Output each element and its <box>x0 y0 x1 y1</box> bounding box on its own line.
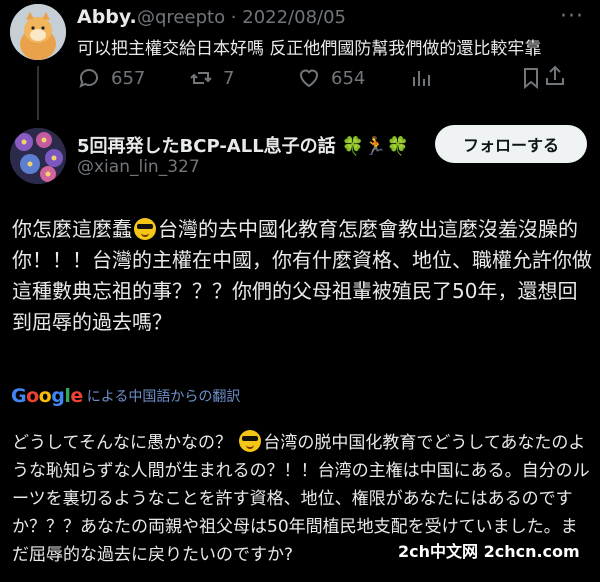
tweet-text-part-1: 你怎麼這麼蠢 <box>12 217 132 241</box>
sunglasses-emoji-icon-2 <box>239 430 262 452</box>
retweet-button[interactable]: 7 <box>189 66 234 90</box>
translation-attribution[interactable]: Google による中国語からの翻訳 <box>11 385 240 407</box>
author-handle[interactable]: @xian_lin_327 <box>77 157 200 177</box>
sunglasses-emoji-icon <box>134 218 156 240</box>
google-logo-letter: G <box>11 385 27 407</box>
google-logo-letter: g <box>51 385 65 407</box>
reply-handle-date[interactable]: @qreepto · 2022/08/05 <box>137 7 346 28</box>
avatar-xian-lin[interactable] <box>10 128 66 184</box>
site-watermark: 2ch中文网 2chcn.com <box>398 542 580 561</box>
reply-tweet-text: 可以把主權交給日本好嗎 反正他們國防幫我們做的還比較牢靠 <box>77 39 542 59</box>
views-button[interactable] <box>409 66 443 90</box>
google-logo: Google <box>11 385 83 407</box>
follow-button[interactable]: フォローする <box>435 125 587 163</box>
retweet-count: 7 <box>223 67 235 89</box>
retweet-icon <box>190 72 212 84</box>
reply-display-name[interactable]: Abby. <box>77 6 137 28</box>
reply-button[interactable]: 657 <box>77 66 145 90</box>
share-icon <box>546 65 564 85</box>
tweet-action-bar: 657 7 654 <box>77 65 567 94</box>
like-count: 654 <box>331 67 366 89</box>
reply-icon <box>79 69 98 88</box>
translation-part-1: どうしてそんなに愚かなの？ <box>12 433 232 453</box>
like-button[interactable]: 654 <box>297 66 365 90</box>
reply-count: 657 <box>111 67 146 89</box>
share-button[interactable] <box>543 64 577 88</box>
translation-caption: による中国語からの翻訳 <box>86 389 241 405</box>
tweet-body: 你怎麼這麼蠢 台灣的去中國化教育怎麼會教出這麼沒羞沒臊的你！！！台灣的主權在中國，… <box>12 214 592 338</box>
google-logo-letter: o <box>38 385 52 407</box>
thread-connector-line <box>37 66 39 120</box>
google-logo-letter: o <box>26 385 39 407</box>
more-options-icon[interactable]: ··· <box>560 4 584 29</box>
analytics-icon <box>413 71 430 86</box>
google-logo-letter: e <box>70 385 83 407</box>
author-display-name[interactable]: 5回再発したBCP-ALL息子の話 🍀🏃🍀 <box>77 132 409 158</box>
heart-icon <box>299 69 319 88</box>
bookmark-icon <box>524 68 538 90</box>
avatar-abby[interactable] <box>10 4 66 60</box>
